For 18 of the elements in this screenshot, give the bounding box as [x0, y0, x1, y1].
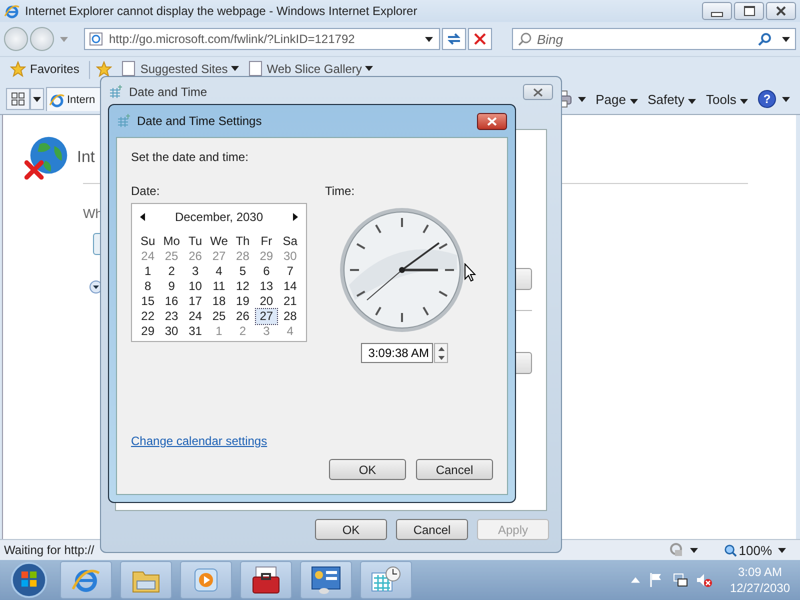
dialog-title: Date and Time Settings — [137, 114, 262, 128]
dialog-title: Date and Time — [129, 85, 208, 99]
status-text: Waiting for http:// — [4, 543, 94, 557]
address-text: http://go.microsoft.com/fwlink/?LinkID=121792 — [109, 32, 355, 46]
date-label: Date: — [131, 184, 161, 198]
weekday-label: Mo — [162, 234, 181, 249]
weekday-label: We — [209, 234, 229, 249]
clock-time: 3:09 AM — [738, 564, 782, 580]
weekday-label: Fr — [260, 234, 274, 249]
weekday-label: Sa — [282, 234, 298, 249]
clock-date: 12/27/2030 — [730, 580, 790, 596]
time-label: Time: — [325, 184, 356, 198]
weekday-label: Th — [234, 234, 251, 249]
page-heading: Int — [77, 149, 95, 167]
weekday-label: Su — [140, 234, 156, 249]
instruction-text: Set the date and time: — [131, 150, 250, 164]
weekday-label: Tu — [188, 234, 204, 249]
window-title: Internet Explorer cannot display the webpage - Windows Internet Explorer — [25, 4, 418, 18]
